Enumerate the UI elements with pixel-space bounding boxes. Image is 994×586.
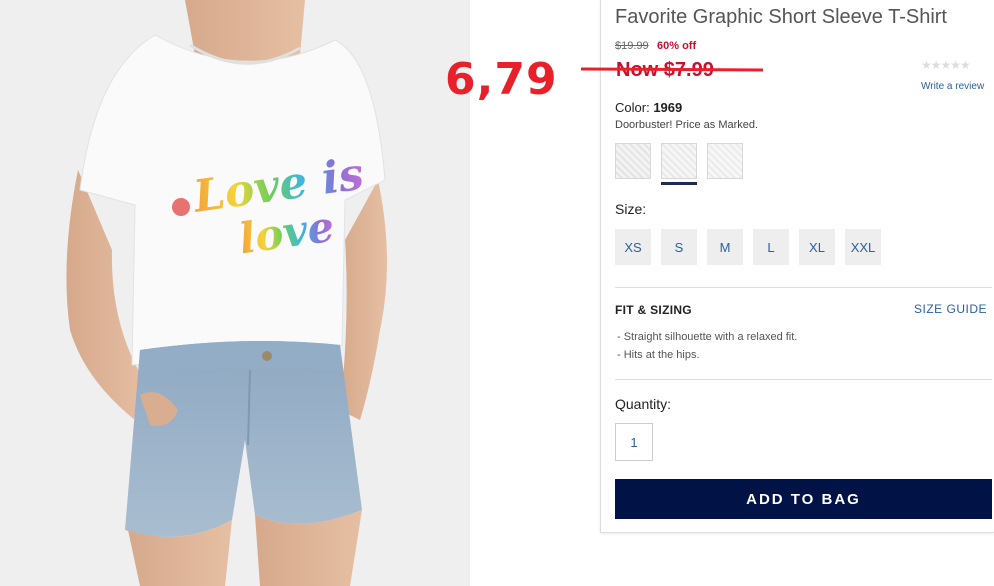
rating-stars: ★★★★★	[921, 58, 971, 72]
size-guide-link[interactable]: SIZE GUIDE	[914, 302, 987, 316]
color-swatch[interactable]	[615, 143, 651, 179]
color-row: Color: 1969	[615, 100, 682, 115]
size-option-xxl[interactable]: XXL	[845, 229, 881, 265]
selected-swatch-indicator	[661, 182, 697, 185]
divider	[615, 287, 992, 288]
heart-icon	[172, 198, 190, 216]
handwritten-price-annotation: 6,79	[445, 54, 558, 105]
write-review-link[interactable]: Write a review	[921, 81, 984, 92]
color-swatch-selected[interactable]	[661, 143, 697, 179]
quantity-input[interactable]: 1	[615, 423, 653, 461]
add-to-bag-button[interactable]: ADD TO BAG	[615, 479, 992, 519]
discount-badge: 60% off	[657, 40, 697, 52]
fit-detail-item: - Hits at the hips.	[617, 349, 700, 361]
product-title: Favorite Graphic Short Sleeve T-Shirt	[615, 6, 947, 28]
fit-detail-item: - Straight silhouette with a relaxed fit…	[617, 331, 798, 343]
quantity-label: Quantity:	[615, 396, 672, 412]
size-option-m[interactable]: M	[707, 229, 743, 265]
color-value: 1969	[653, 100, 683, 115]
size-option-s[interactable]: S	[661, 229, 697, 265]
original-price: $19.99	[615, 40, 649, 52]
size-option-xs[interactable]: XS	[615, 229, 651, 265]
size-label: Size:	[615, 201, 647, 217]
divider	[615, 379, 992, 380]
product-image[interactable]: Love is love	[0, 0, 470, 586]
color-swatch[interactable]	[707, 143, 743, 179]
size-option-l[interactable]: L	[753, 229, 789, 265]
fit-sizing-heading: FIT & SIZING	[615, 303, 692, 317]
doorbuster-note: Doorbuster! Price as Marked.	[615, 119, 759, 131]
color-label: Color:	[615, 100, 650, 115]
product-photo-illustration: Love is love	[0, 0, 470, 586]
size-option-xl[interactable]: XL	[799, 229, 835, 265]
